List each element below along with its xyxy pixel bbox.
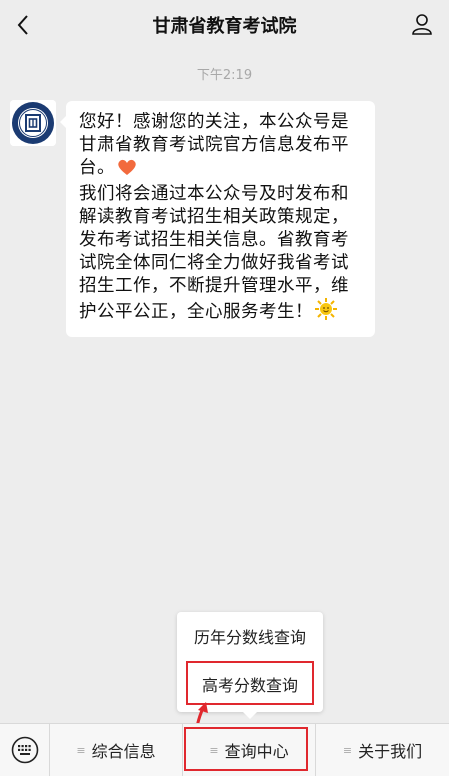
profile-button[interactable]: [407, 9, 437, 39]
keyboard-button[interactable]: [0, 724, 50, 776]
highlight-box-menu: [184, 727, 308, 771]
menu-lines-icon: ≡: [342, 743, 352, 757]
heart-icon: [117, 158, 137, 183]
top-bar: 甘肃省教育考试院: [0, 0, 449, 50]
menu-item-label: 关于我们: [358, 742, 423, 761]
welcome-message: 您好！感谢您的关注，本公众号是甘肃省教育考试院官方信息发布平台。 我们将会通过本…: [60, 101, 375, 337]
message-timestamp: 下午2:19: [196, 68, 253, 83]
menu-item-about-us[interactable]: ≡ 关于我们: [316, 724, 449, 776]
menu-item-general-info[interactable]: ≡ 综合信息: [50, 724, 183, 776]
keyboard-icon: [11, 736, 38, 764]
message-text-2: 我们将会通过本公众号及时发布和解读教育考试招生相关政策规定，发布考试招生相关信息…: [79, 183, 365, 327]
sun-icon: [315, 298, 337, 327]
message-text-1: 您好！感谢您的关注，本公众号是甘肃省教育考试院官方信息发布平台。: [79, 111, 365, 183]
submenu-item-historical-scores[interactable]: 历年分数线查询: [177, 614, 323, 662]
avatar[interactable]: [10, 100, 56, 146]
highlight-box-submenu: [186, 661, 314, 705]
logo-icon: [10, 100, 56, 146]
page-title: 甘肃省教育考试院: [152, 16, 297, 37]
menu-item-label: 综合信息: [91, 742, 156, 761]
menu-lines-icon: ≡: [76, 743, 85, 757]
person-icon: [412, 14, 432, 35]
